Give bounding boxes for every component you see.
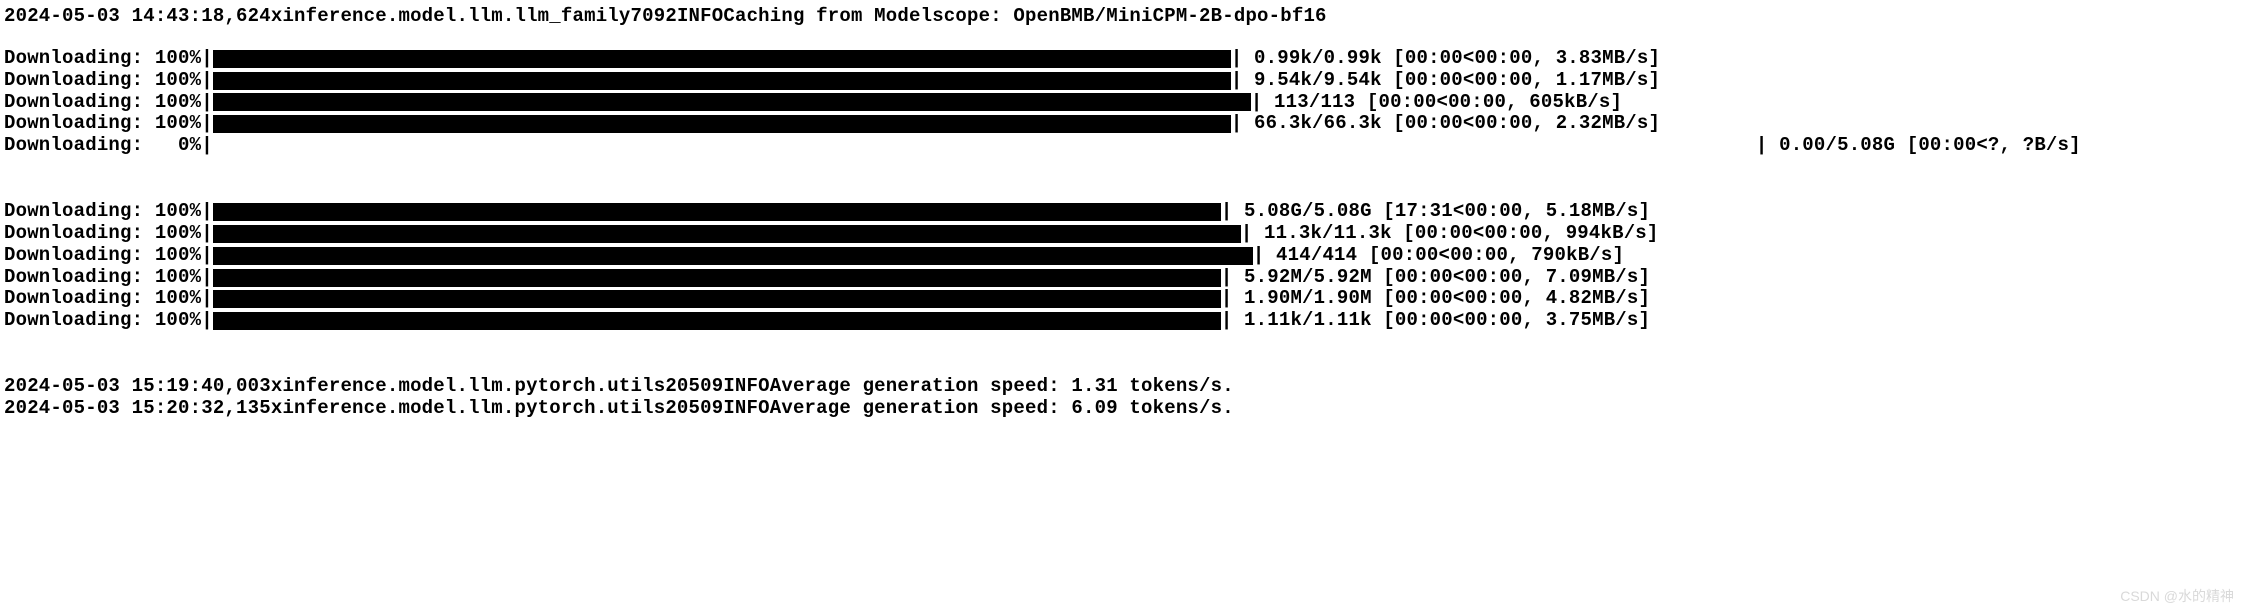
progress-bar [213,225,1241,243]
download-row: Downloading: 100%| | 1.11k/1.11k [00:00<0… [4,310,2246,332]
progress-bar [213,247,1253,265]
download-label: Downloading: 100%| [4,288,213,310]
log-pid: 20509 [665,398,723,420]
download-row: Downloading: 100%| | 5.08G/5.08G [17:31<0… [4,201,2246,223]
log-pid: 7092 [631,6,677,28]
download-stats: | 113/113 [00:00<00:00, 605kB/s] [1251,92,1622,114]
log-timestamp: 2024-05-03 15:19:40,003 [4,376,271,398]
padding [213,135,1756,157]
download-stats: | 11.3k/11.3k [00:00<00:00, 994kB/s] [1241,223,1659,245]
progress-bar [213,269,1221,287]
progress-bar [213,93,1251,111]
log-module: xinference.model.llm.pytorch.utils [271,376,665,398]
progress-bar [213,203,1221,221]
download-stats: | 1.11k/1.11k [00:00<00:00, 3.75MB/s] [1221,310,1650,332]
log-module: xinference.model.llm.pytorch.utils [271,398,665,420]
download-row: Downloading: 100%| | 11.3k/11.3k [00:00<0… [4,223,2246,245]
download-label: Downloading: 100%| [4,223,213,245]
download-stats: | 414/414 [00:00<00:00, 790kB/s] [1253,245,1624,267]
log-timestamp: 2024-05-03 15:20:32,135 [4,398,271,420]
download-label: Downloading: 100%| [4,310,213,332]
download-row: Downloading: 100%| | 66.3k/66.3k [00:00<0… [4,113,2246,135]
download-stats: | 66.3k/66.3k [00:00<00:00, 2.32MB/s] [1231,113,1660,135]
download-label: Downloading: 100%| [4,201,213,223]
download-row: Downloading: 0%| | 0.00/5.08G [00:00<?, … [4,135,2246,157]
download-row: Downloading: 100%| | 414/414 [00:00<00:00… [4,245,2246,267]
log-level: INFO [723,376,769,398]
log-module: xinference.model.llm.llm_family [271,6,631,28]
download-label: Downloading: 100%| [4,267,213,289]
download-row: Downloading: 100%| | 9.54k/9.54k [00:00<0… [4,70,2246,92]
download-label: Downloading: 100%| [4,113,213,135]
download-label: Downloading: 100%| [4,92,213,114]
log-message: Average generation speed: 6.09 tokens/s. [770,398,1234,420]
log-message: Average generation speed: 1.31 tokens/s. [770,376,1234,398]
log-line-speed-1: 2024-05-03 15:19:40,003 xinference.model… [4,376,2246,398]
download-group-1: Downloading: 100%| | 0.99k/0.99k [00:00<0… [4,48,2246,157]
download-stats: | 9.54k/9.54k [00:00<00:00, 1.17MB/s] [1231,70,1660,92]
log-line-caching: 2024-05-03 14:43:18,624 xinference.model… [4,6,2246,28]
progress-bar [213,290,1221,308]
download-stats: | 5.08G/5.08G [17:31<00:00, 5.18MB/s] [1221,201,1650,223]
log-message: Caching from Modelscope: OpenBMB/MiniCPM… [723,6,1326,28]
log-line-speed-2: 2024-05-03 15:20:32,135 xinference.model… [4,398,2246,420]
progress-bar [213,72,1231,90]
download-stats: | 0.99k/0.99k [00:00<00:00, 3.83MB/s] [1231,48,1660,70]
log-level: INFO [677,6,723,28]
download-row: Downloading: 100%| | 0.99k/0.99k [00:00<0… [4,48,2246,70]
progress-bar [213,312,1221,330]
download-stats: | 5.92M/5.92M [00:00<00:00, 7.09MB/s] [1221,267,1650,289]
progress-bar [213,50,1231,68]
download-label: Downloading: 100%| [4,70,213,92]
log-pid: 20509 [665,376,723,398]
download-label: Downloading: 0%| [4,135,213,157]
download-row: Downloading: 100%| | 1.90M/1.90M [00:00<0… [4,288,2246,310]
download-stats: | 1.90M/1.90M [00:00<00:00, 4.82MB/s] [1221,288,1650,310]
download-row: Downloading: 100%| | 5.92M/5.92M [00:00<0… [4,267,2246,289]
download-row: Downloading: 100%| | 113/113 [00:00<00:00… [4,92,2246,114]
log-timestamp: 2024-05-03 14:43:18,624 [4,6,271,28]
download-label: Downloading: 100%| [4,48,213,70]
watermark: CSDN @水的精神 [2120,588,2234,604]
progress-bar [213,115,1231,133]
log-level: INFO [723,398,769,420]
download-stats: | 0.00/5.08G [00:00<?, ?B/s] [1756,135,2081,157]
download-group-2: Downloading: 100%| | 5.08G/5.08G [17:31<0… [4,201,2246,332]
download-label: Downloading: 100%| [4,245,213,267]
